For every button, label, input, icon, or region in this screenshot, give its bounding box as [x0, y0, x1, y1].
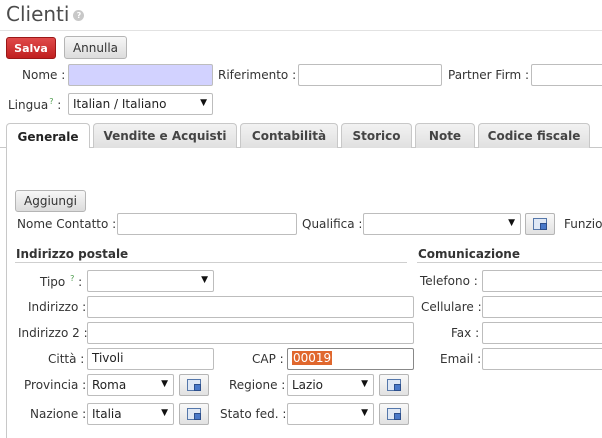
- state-select[interactable]: ▼: [287, 403, 374, 425]
- dropdown-arrow-icon: ▼: [361, 379, 368, 389]
- help-icon: ?: [70, 274, 75, 283]
- address2-label: Indirizzo 2 :: [18, 326, 88, 340]
- address-input[interactable]: [87, 296, 414, 318]
- country-select[interactable]: Italia ▼: [87, 403, 174, 425]
- phone-label: Telefono :: [420, 274, 478, 288]
- dropdown-arrow-icon: ▼: [161, 408, 168, 418]
- dropdown-arrow-icon: ▼: [508, 218, 515, 228]
- name-label: Nome :: [22, 68, 66, 82]
- help-icon[interactable]: ?: [73, 10, 85, 21]
- city-input[interactable]: Tivoli: [87, 348, 214, 370]
- page-title-text: Clienti: [6, 2, 70, 26]
- language-select-value: Italian / Italiano: [73, 97, 167, 111]
- fax-input[interactable]: [482, 322, 602, 344]
- fax-label: Fax :: [451, 326, 480, 340]
- address-type-select[interactable]: ▼: [87, 270, 214, 292]
- language-label: Lingua? :: [8, 97, 61, 112]
- country-select-value: Italia: [92, 407, 122, 421]
- country-open-button[interactable]: [179, 403, 209, 425]
- function-label: Funzio: [564, 217, 602, 231]
- reference-label: Riferimento :: [218, 68, 297, 82]
- email-label: Email :: [440, 352, 482, 366]
- province-open-button[interactable]: [179, 374, 209, 396]
- city-label: Città :: [48, 352, 85, 366]
- mobile-input[interactable]: [482, 296, 602, 318]
- title-open-button[interactable]: [525, 213, 555, 235]
- open-record-icon: [387, 379, 401, 391]
- type-label-colon: :: [78, 275, 83, 289]
- add-contact-button[interactable]: Aggiungi: [15, 190, 86, 212]
- tab-storico[interactable]: Storico: [341, 123, 412, 148]
- page-title: Clienti?: [6, 2, 85, 26]
- region-select-value: Lazio: [292, 378, 324, 392]
- province-select[interactable]: Roma ▼: [87, 374, 174, 396]
- language-label-colon: :: [57, 98, 62, 112]
- save-button[interactable]: Salva: [6, 37, 56, 59]
- header-divider: [0, 30, 602, 31]
- phone-input[interactable]: [482, 270, 602, 292]
- tab-contabilita[interactable]: Contabilità: [240, 123, 338, 148]
- partner-firm-label: Partner Firm :: [448, 68, 530, 82]
- address-label: Indirizzo :: [28, 300, 87, 314]
- zip-label: CAP :: [252, 352, 284, 366]
- language-label-text: Lingua: [8, 98, 49, 112]
- dropdown-arrow-icon: ▼: [161, 379, 168, 389]
- country-label: Nazione :: [30, 407, 87, 421]
- email-input[interactable]: [482, 348, 602, 370]
- language-select[interactable]: Italian / Italiano ▼: [68, 93, 213, 115]
- dropdown-arrow-icon: ▼: [200, 98, 207, 108]
- dropdown-arrow-icon: ▼: [361, 408, 368, 418]
- tab-generale[interactable]: Generale: [6, 123, 90, 149]
- zip-input-value: 00019: [292, 351, 333, 365]
- region-select[interactable]: Lazio ▼: [287, 374, 374, 396]
- zip-input[interactable]: 00019: [287, 348, 414, 370]
- partner-firm-input[interactable]: [531, 64, 602, 86]
- postal-address-heading: Indirizzo postale: [16, 247, 129, 261]
- open-record-icon: [533, 218, 547, 230]
- province-label: Provincia :: [24, 378, 87, 392]
- open-record-icon: [187, 379, 201, 391]
- address2-input[interactable]: [87, 322, 414, 344]
- state-label: Stato fed. :: [220, 407, 287, 421]
- type-label: Tipo ? :: [40, 274, 82, 289]
- open-record-icon: [387, 408, 401, 420]
- mobile-label: Cellulare :: [421, 300, 482, 314]
- contact-name-input[interactable]: [117, 213, 297, 235]
- contact-name-label: Nome Contatto :: [17, 217, 117, 231]
- reference-input[interactable]: [298, 64, 442, 86]
- region-label: Regione :: [229, 378, 286, 392]
- type-label-text: Tipo: [40, 275, 66, 289]
- tab-note[interactable]: Note: [415, 123, 475, 148]
- help-icon: ?: [49, 97, 54, 106]
- tab-bar: Generale Vendite e Acquisti Contabilità …: [0, 123, 602, 149]
- tab-codice-fiscale[interactable]: Codice fiscale: [478, 123, 590, 148]
- communication-heading: Comunicazione: [418, 247, 520, 261]
- region-open-button[interactable]: [379, 374, 409, 396]
- cancel-button[interactable]: Annulla: [64, 36, 127, 59]
- dropdown-arrow-icon: ▼: [201, 275, 208, 285]
- title-label: Qualifica :: [302, 217, 363, 231]
- section-divider: [15, 262, 407, 263]
- name-input[interactable]: [68, 64, 213, 86]
- open-record-icon: [187, 408, 201, 420]
- state-open-button[interactable]: [379, 403, 409, 425]
- province-select-value: Roma: [92, 378, 127, 392]
- tab-vendite-acquisti[interactable]: Vendite e Acquisti: [93, 123, 237, 148]
- title-select[interactable]: ▼: [363, 213, 521, 235]
- section-divider: [417, 262, 602, 263]
